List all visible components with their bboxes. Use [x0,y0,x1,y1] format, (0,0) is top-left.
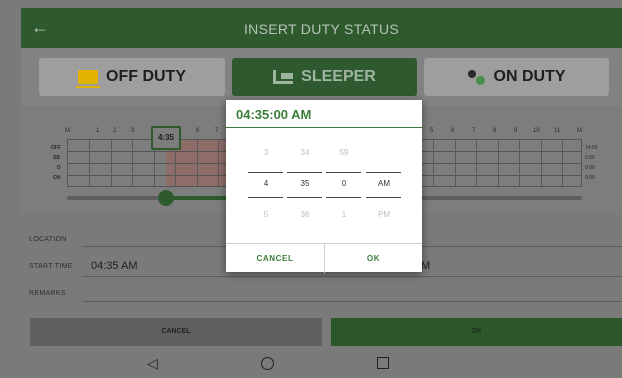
start-time-underline [83,276,622,277]
hour-label: 8 [493,128,497,134]
remarks-input[interactable] [83,301,622,302]
ok-button[interactable]: OK [331,318,622,346]
cancel-button[interactable]: CANCEL [30,318,322,346]
app-bar: ← INSERT DUTY STATUS [21,8,622,48]
timeline-range-fill [166,196,226,200]
system-nav-bar: ◁ [21,350,622,378]
page-title: INSERT DUTY STATUS [243,21,400,37]
location-label: LOCATION [29,236,67,243]
nav-recents-icon[interactable] [377,357,389,369]
hour-label: M [65,128,70,134]
off-duty-button[interactable]: OFF DUTY [39,58,225,96]
minute-picker[interactable]: 34 35 36 [287,148,323,222]
person-clock-icon [467,70,486,85]
hour-label: 1 [96,128,100,134]
dialog-actions: CANCEL OK [226,243,422,273]
second-divider-top [326,172,361,173]
second-next[interactable]: 1 [326,210,362,222]
nav-home-icon[interactable] [261,357,274,370]
hour-label: 9 [514,128,518,134]
minute-value[interactable]: 35 [287,179,323,191]
hour-label: 10 [533,128,540,134]
hour-label: 7 [472,128,476,134]
start-time-label: START TIME [29,263,73,270]
off-duty-label: OFF DUTY [106,68,186,85]
minute-prev[interactable]: 34 [287,148,323,160]
hour-next[interactable]: 5 [248,210,284,222]
second-value[interactable]: 0 [326,179,362,191]
minute-divider-top [287,172,322,173]
hour-label: 2 [113,128,117,134]
end-time-value[interactable]: M [421,260,430,272]
total-on: 0:00 [585,175,595,181]
on-duty-button[interactable]: ON DUTY [424,58,609,96]
time-picker-dialog: 04:35:00 AM 3 4 5 34 35 36 59 0 1 AM PM … [226,100,422,273]
row-label-on: ON [53,175,61,181]
row-label-sb: SB [53,155,60,161]
second-divider-bottom [326,197,361,198]
hour-label: 6 [196,128,200,134]
second-picker[interactable]: 59 0 1 [326,148,362,222]
remarks-label: REMARKS [29,290,66,297]
hour-label: M [577,128,582,134]
ampm-divider-bottom [366,197,401,198]
time-marker-bubble: 4:35 [151,126,181,150]
bed-icon [273,70,294,84]
ampm-picker[interactable]: AM PM [366,148,402,222]
ampm-value[interactable]: AM [366,179,402,191]
hour-prev[interactable]: 3 [248,148,284,160]
hour-divider-top [248,172,283,173]
row-label-d: D [57,165,61,171]
timeline-start-handle[interactable] [158,190,174,206]
nav-back-icon[interactable]: ◁ [147,356,158,370]
total-d: 0:00 [585,165,595,171]
total-off: 14:59 [585,145,598,151]
total-sb: 0:00 [585,155,595,161]
hour-label: 5 [430,128,434,134]
ampm-next[interactable]: PM [366,210,402,222]
hour-label: 7 [215,128,219,134]
dialog-title: 04:35:00 AM [226,100,422,128]
status-selector: OFF DUTY SLEEPER ON DUTY [21,48,622,106]
on-duty-label: ON DUTY [493,68,566,85]
sleeper-button[interactable]: SLEEPER [232,58,417,96]
ampm-prev[interactable] [366,148,402,160]
coffee-cup-icon [76,70,100,88]
hour-value[interactable]: 4 [248,179,284,191]
hour-label: 3 [131,128,135,134]
start-time-value[interactable]: 04:35 AM [91,260,137,272]
second-prev[interactable]: 59 [326,148,362,160]
dialog-cancel-button[interactable]: CANCEL [226,244,324,273]
hour-divider-bottom [248,197,283,198]
minute-divider-bottom [287,197,322,198]
hour-label: 6 [451,128,455,134]
minute-next[interactable]: 36 [287,210,323,222]
hour-label: 11 [554,128,561,134]
ampm-divider-top [366,172,401,173]
dialog-ok-button[interactable]: OK [325,244,422,273]
hour-picker[interactable]: 3 4 5 [248,148,284,222]
row-label-off: OFF [51,145,61,151]
sleeper-label: SLEEPER [301,68,376,85]
